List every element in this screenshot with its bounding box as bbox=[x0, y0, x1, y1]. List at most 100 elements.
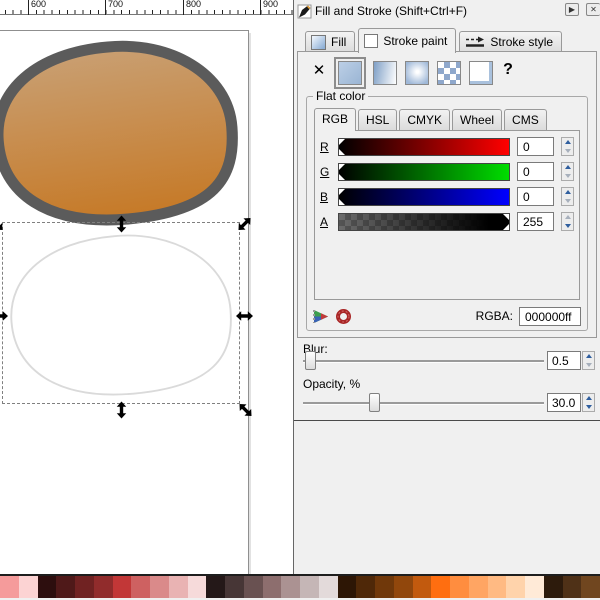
orange-blob-shape[interactable] bbox=[0, 37, 242, 227]
spin-down-button[interactable] bbox=[562, 172, 573, 181]
blur-slider-track[interactable] bbox=[303, 360, 544, 362]
palette-swatch[interactable] bbox=[562, 576, 582, 598]
spin-up-button[interactable] bbox=[562, 213, 573, 222]
palette-swatch[interactable] bbox=[337, 576, 357, 598]
spin-up-button[interactable] bbox=[562, 163, 573, 172]
palette-swatch[interactable] bbox=[37, 576, 57, 598]
scale-handle-bottom[interactable] bbox=[117, 402, 127, 419]
inkscape-window: 600 700 800 900 Fill and Stroke (Shift+Ctrl… bbox=[0, 0, 600, 600]
spin-down-button[interactable] bbox=[562, 197, 573, 206]
palette-swatch[interactable] bbox=[525, 576, 544, 598]
spin-up-button[interactable] bbox=[583, 352, 594, 361]
scale-handle-right[interactable] bbox=[236, 311, 253, 321]
detach-dialog-button[interactable]: ▶ bbox=[565, 3, 579, 16]
palette-swatch[interactable] bbox=[431, 576, 450, 598]
rgba-hex-input[interactable]: 000000ff bbox=[519, 306, 581, 326]
channel-value-input[interactable]: 0 bbox=[517, 137, 554, 156]
channel-slider[interactable] bbox=[338, 162, 510, 181]
channel-value-input[interactable]: 255 bbox=[517, 212, 554, 231]
swatch-button[interactable] bbox=[469, 61, 493, 85]
palette-swatch[interactable] bbox=[468, 576, 488, 598]
blur-slider-knob[interactable] bbox=[305, 351, 316, 370]
scale-handle-bottom-right[interactable] bbox=[236, 400, 255, 419]
pattern-button[interactable] bbox=[437, 61, 461, 85]
opacity-slider[interactable] bbox=[303, 393, 544, 412]
palette-swatch[interactable] bbox=[56, 576, 75, 598]
blur-value-input[interactable]: 0.5 bbox=[547, 351, 581, 370]
color-mode-tab[interactable]: CMYK bbox=[399, 109, 451, 130]
palette-swatch[interactable] bbox=[318, 576, 338, 598]
palette-swatch[interactable] bbox=[206, 576, 225, 598]
channel-value-input[interactable]: 0 bbox=[517, 187, 554, 206]
palette-swatch[interactable] bbox=[18, 576, 38, 598]
palette-swatch[interactable] bbox=[450, 576, 469, 598]
dialog-title: Fill and Stroke (Shift+Ctrl+F) bbox=[315, 4, 468, 18]
tab-stroke-paint[interactable]: Stroke paint bbox=[358, 28, 457, 53]
tab-fill[interactable]: Fill bbox=[305, 31, 356, 52]
palette-swatch[interactable] bbox=[75, 576, 94, 598]
fill-tab-icon bbox=[311, 34, 326, 50]
close-dialog-button[interactable]: ✕ bbox=[586, 3, 600, 16]
channel-spinner[interactable] bbox=[561, 137, 574, 156]
palette-swatch[interactable] bbox=[506, 576, 525, 598]
palette-swatch[interactable] bbox=[581, 576, 600, 598]
palette-swatch[interactable] bbox=[131, 576, 150, 598]
linear-gradient-button[interactable] bbox=[373, 61, 397, 85]
color-triangle-icon bbox=[313, 309, 328, 323]
rgba-label: RGBA: bbox=[475, 309, 513, 323]
scale-handle-left[interactable] bbox=[0, 311, 8, 321]
opacity-slider-track[interactable] bbox=[303, 402, 544, 404]
ruler-mark: 700 bbox=[105, 0, 125, 15]
spin-up-button[interactable] bbox=[562, 138, 573, 147]
palette-swatch[interactable] bbox=[375, 576, 394, 598]
color-mode-tab[interactable]: RGB bbox=[314, 108, 357, 131]
palette-swatch[interactable] bbox=[487, 576, 507, 598]
palette-swatch[interactable] bbox=[0, 576, 19, 598]
spin-down-button[interactable] bbox=[583, 403, 594, 412]
spin-up-button[interactable] bbox=[562, 188, 573, 197]
blur-slider[interactable] bbox=[303, 351, 544, 370]
ruler-mark: 900 bbox=[260, 0, 280, 15]
opacity-spinner[interactable] bbox=[582, 393, 595, 412]
palette-swatch[interactable] bbox=[187, 576, 207, 598]
color-mode-tab[interactable]: CMS bbox=[504, 109, 547, 130]
palette-swatch[interactable] bbox=[225, 576, 244, 598]
color-mode-tab[interactable]: HSL bbox=[358, 109, 398, 130]
channel-spinner[interactable] bbox=[561, 187, 574, 206]
unknown-paint-button[interactable]: ? bbox=[501, 61, 515, 85]
palette-swatch[interactable] bbox=[393, 576, 413, 598]
horizontal-ruler[interactable]: 600 700 800 900 bbox=[0, 0, 293, 15]
channel-slider[interactable] bbox=[338, 137, 510, 156]
opacity-value-input[interactable]: 30.0 bbox=[547, 393, 581, 412]
channel-spinner[interactable] bbox=[561, 212, 574, 231]
palette-swatch[interactable] bbox=[262, 576, 282, 598]
tab-stroke-style[interactable]: Stroke style bbox=[459, 31, 563, 52]
channel-slider[interactable] bbox=[338, 212, 510, 231]
palette-swatch[interactable] bbox=[300, 576, 319, 598]
palette-swatch[interactable] bbox=[543, 576, 563, 598]
blur-spinner[interactable] bbox=[582, 351, 595, 370]
radial-gradient-button[interactable] bbox=[405, 61, 429, 85]
channel-slider[interactable] bbox=[338, 187, 510, 206]
channel-spinner[interactable] bbox=[561, 162, 574, 181]
palette-swatch[interactable] bbox=[112, 576, 132, 598]
channel-value-input[interactable]: 0 bbox=[517, 162, 554, 181]
palette-swatch[interactable] bbox=[412, 576, 432, 598]
channel-label: B bbox=[320, 189, 329, 204]
canvas[interactable]: 600 700 800 900 bbox=[0, 0, 293, 574]
scale-handle-top[interactable] bbox=[117, 216, 127, 233]
spin-down-button[interactable] bbox=[583, 361, 594, 370]
spin-up-button[interactable] bbox=[583, 394, 594, 403]
palette-swatch[interactable] bbox=[93, 576, 113, 598]
palette-swatch[interactable] bbox=[356, 576, 375, 598]
palette-swatch[interactable] bbox=[150, 576, 169, 598]
opacity-slider-knob[interactable] bbox=[369, 393, 381, 412]
spin-down-button[interactable] bbox=[562, 147, 573, 156]
palette-swatch[interactable] bbox=[168, 576, 188, 598]
no-paint-button[interactable]: ✕ bbox=[311, 61, 327, 85]
flat-color-button[interactable] bbox=[334, 57, 366, 89]
color-mode-tab[interactable]: Wheel bbox=[452, 109, 503, 130]
spin-down-button[interactable] bbox=[562, 222, 573, 231]
palette-swatch[interactable] bbox=[281, 576, 300, 598]
palette-swatch[interactable] bbox=[243, 576, 263, 598]
